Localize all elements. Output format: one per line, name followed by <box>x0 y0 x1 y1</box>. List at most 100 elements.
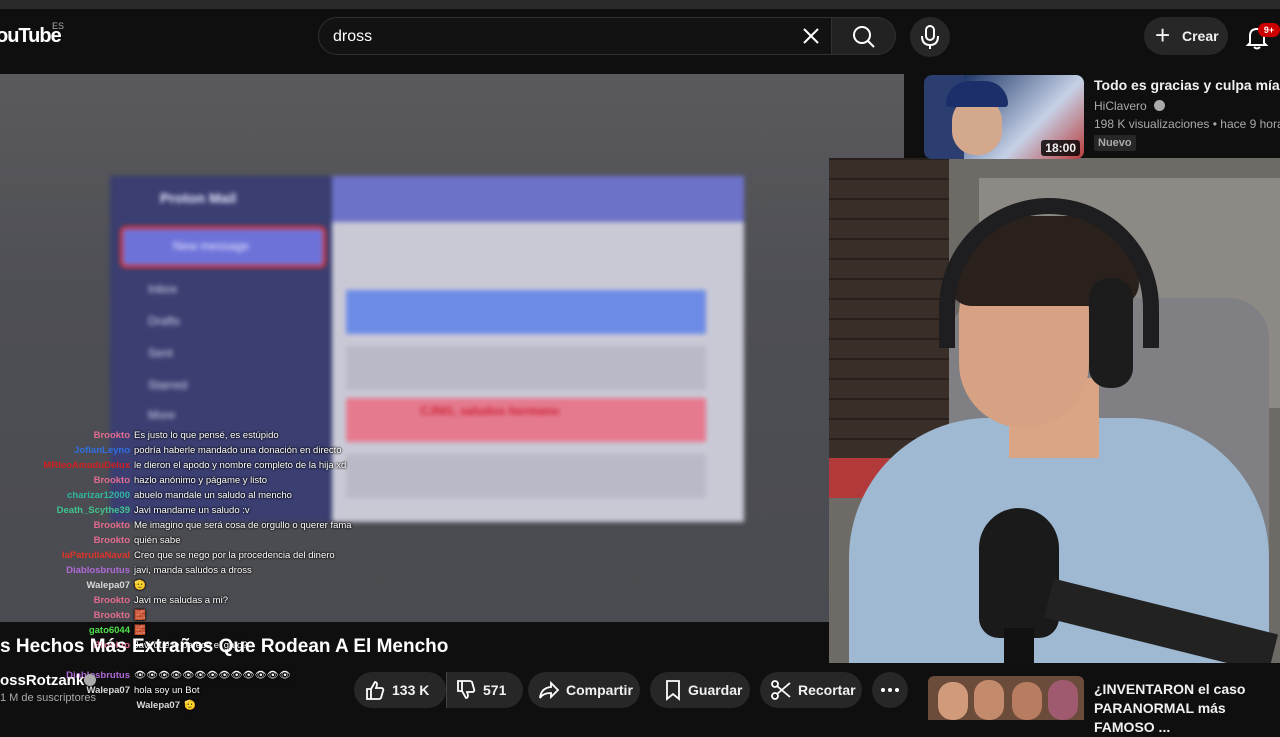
chat-message: Brookto Es justo lo que pensé, es estúpid… <box>0 430 380 444</box>
chat-message: Brookto hazlo anónimo y págame y listo <box>0 475 380 489</box>
chat-message: Walepa07 🫡 <box>0 580 380 594</box>
search-query[interactable]: dross <box>333 28 372 46</box>
mic-stand <box>1004 628 1034 663</box>
logo-region-code: ES <box>52 21 65 31</box>
webcam-overlay <box>829 158 1280 663</box>
chat-text: quién sabe <box>134 535 181 546</box>
chat-message: JoflanLeyno podría haberle mandado una do… <box>0 445 380 459</box>
voice-search-button[interactable] <box>910 17 950 57</box>
chat-username: Brookto <box>93 610 130 621</box>
chat-text: Creo que se nego por la procedencia del … <box>134 550 335 561</box>
headphone-cup <box>1089 278 1133 388</box>
chat-text: abuelo mandale un saludo al mencho <box>134 490 292 501</box>
clear-icon <box>803 28 819 44</box>
chat-text: Es justo lo que pensé, es estúpido <box>134 430 279 441</box>
like-count: 133 K <box>392 682 430 698</box>
microphone <box>979 508 1059 638</box>
recommended-title[interactable]: ¿INVENTARON el caso PARANORMAL más FAMOS… <box>1094 680 1280 737</box>
create-button[interactable]: + Crear <box>1144 17 1228 55</box>
chat-text: hazlo anónimo y págame y listo <box>134 475 268 486</box>
more-actions-button[interactable] <box>872 672 908 708</box>
recommended-video[interactable]: ¿INVENTARON el caso PARANORMAL más FAMOS… <box>928 676 1280 735</box>
channel-name[interactable]: ossRotzank <box>0 672 84 689</box>
chat-text: 🫡 <box>184 700 196 711</box>
save-button[interactable]: Guardar <box>650 672 750 708</box>
chat-text: Javi me saludas a mi? <box>134 595 228 606</box>
chat-text: 🧱 <box>134 610 146 621</box>
chat-text: hola soy un Bot <box>134 685 200 696</box>
share-button[interactable]: Compartir <box>528 672 640 708</box>
thumbnail-face <box>974 680 1004 720</box>
pm-new-message: New message <box>120 226 326 268</box>
clip-button[interactable]: Recortar <box>760 672 862 708</box>
browser-strip <box>0 0 1280 9</box>
chat-username: Walepa07 <box>136 700 180 711</box>
search-icon <box>853 26 875 48</box>
thumbnail-face <box>938 682 968 720</box>
new-badge: Nuevo <box>1094 135 1136 151</box>
chat-message: Diablosbrutus javi, manda saludos a dross <box>0 565 380 579</box>
verified-icon <box>1154 100 1166 111</box>
recommended-thumbnail[interactable] <box>928 676 1084 720</box>
chat-username: Brookto <box>93 595 130 606</box>
pm-logo: Proton Mail <box>160 190 237 206</box>
chat-username: Brookto <box>93 430 130 441</box>
save-label: Guardar <box>688 682 743 698</box>
clip-label: Recortar <box>798 682 856 698</box>
dislike-count: 571 <box>483 682 507 698</box>
chat-message: MRleoAmaduDelux le dieron el apodo y nomb… <box>0 460 380 474</box>
chat-username: Brookto <box>93 535 130 546</box>
recommended-thumbnail[interactable]: 18:00 <box>924 75 1084 159</box>
verified-icon <box>84 674 96 686</box>
more-icon <box>881 688 899 692</box>
chat-message: charizar12000 abuelo mandale un saludo al… <box>0 490 380 504</box>
chat-message: laPatrullaNaval Creo que se nego por la p… <box>0 550 380 564</box>
chat-text: 🧱 <box>134 625 146 636</box>
video-title: s Hechos Más Extraños Que Rodean A El Me… <box>0 636 449 657</box>
pm-mail-row <box>346 454 706 498</box>
pm-mail-row <box>346 290 706 334</box>
video-duration: 18:00 <box>1041 140 1080 156</box>
chat-message: Brookto quién sabe <box>0 535 380 549</box>
chat-text: le dieron el apodo y nombre completo de … <box>134 460 347 471</box>
chat-message: Brookto Me imagino que será cosa de orgul… <box>0 520 380 534</box>
thumbnail-face <box>1012 682 1042 720</box>
search-input[interactable]: dross <box>318 17 832 55</box>
pm-highlighted-subject: CJNG, saludos hermano <box>420 404 560 418</box>
recommended-meta: 198 K visualizaciones • hace 9 horas <box>1094 117 1280 131</box>
save-icon <box>666 680 680 701</box>
recommended-video[interactable]: 18:00 Todo es gracias y culpa mía HiClav… <box>924 75 1280 159</box>
dislike-button[interactable]: 571 <box>446 672 523 708</box>
pm-topbar <box>332 176 744 222</box>
thumbnail-face <box>1048 680 1078 720</box>
chat-username: MRleoAmaduDelux <box>43 460 130 471</box>
pm-mail-row <box>346 346 706 390</box>
brick-wall <box>829 158 949 458</box>
pm-folder: Sent <box>148 346 173 360</box>
masthead: ouTube ES dross + Crear 9+ <box>0 9 1280 65</box>
chat-username: JoflanLeyno <box>74 445 130 456</box>
search-button[interactable] <box>832 17 896 55</box>
recommended-channel-name: HiClavero <box>1094 99 1147 113</box>
chat-username: Brookto <box>93 520 130 531</box>
chat-text: javi, manda saludos a dross <box>134 565 252 576</box>
thumbnail-cap <box>946 81 1008 107</box>
like-icon <box>366 681 385 700</box>
pm-folder: More <box>148 408 176 422</box>
recommended-title[interactable]: Todo es gracias y culpa mía <box>1094 77 1280 93</box>
share-label: Compartir <box>566 682 633 698</box>
chat-username: gato6044 <box>88 625 130 636</box>
chat-username: Diablosbrutus <box>66 565 130 576</box>
chat-message: Death_Scythe39 Javi mandame un saludo :v <box>0 505 380 519</box>
notification-badge: 9+ <box>1258 23 1280 37</box>
chat-text: Me imagino que será cosa de orgullo o qu… <box>134 520 352 531</box>
recommended-channel[interactable]: HiClavero <box>1094 99 1166 113</box>
chat-message: Brookto Javi me saludas a mi? <box>0 595 380 609</box>
chat-text: podría haberle mandado una donación en d… <box>134 445 342 456</box>
chat-text: 👁👁👁👁👁👁👁👁👁👁👁👁👁 <box>134 670 291 681</box>
like-button[interactable]: 133 K <box>354 672 446 708</box>
clear-search-button[interactable] <box>797 22 825 50</box>
chat-username: charizar12000 <box>67 490 130 501</box>
pm-new-label: New message <box>173 239 250 253</box>
chat-username: Brookto <box>93 475 130 486</box>
